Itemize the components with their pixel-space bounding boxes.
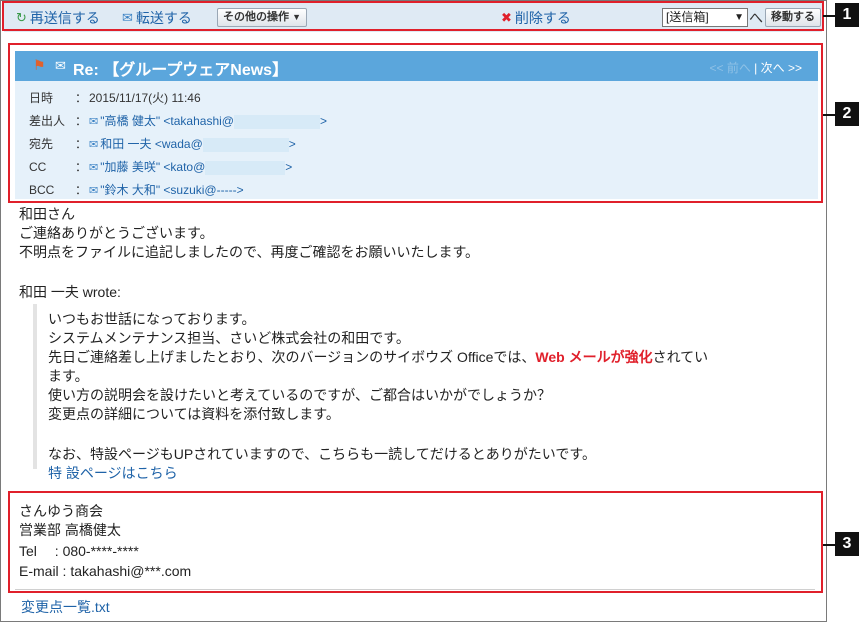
callout-outline-2 — [8, 43, 823, 203]
callout-badge-3: 3 — [835, 532, 859, 556]
callout-connector — [823, 544, 835, 546]
quote-line: 先日ご連絡差し上げましたとおり、次のバージョンのサイボウズ Officeでは、W… — [48, 348, 708, 367]
quote-line: いつもお世話になっております。 — [48, 311, 256, 327]
quote-text: 先日ご連絡差し上げましたとおり、次のバージョンのサイボウズ Officeでは、 — [48, 349, 536, 365]
attachment-link[interactable]: 変更点一覧.txt — [21, 598, 110, 617]
quote-bar — [33, 304, 37, 469]
callout-outline-3 — [8, 491, 823, 593]
special-page-link[interactable]: 特 設ページはこちら — [48, 464, 178, 483]
callout-badge-1: 1 — [835, 3, 859, 27]
quote-line: 変更点の詳細については資料を添付致します。 — [48, 406, 340, 422]
callout-connector — [823, 15, 835, 17]
quote-line: 使い方の説明会を設けたいと考えているのですが、ご都合はいかがでしょうか？ — [48, 387, 552, 403]
quote-attribution: 和田 一夫 wrote: — [19, 284, 121, 300]
highlight-text: Web メールが強化 — [535, 349, 653, 365]
callout-outline-1 — [2, 1, 824, 31]
quote-text: されてい — [652, 349, 709, 365]
body-line: ご連絡ありがとうございます。 — [19, 225, 214, 241]
quote-line: システムメンテナンス担当、さいど株式会社の和田です。 — [48, 330, 410, 346]
body-line: 和田さん — [19, 206, 75, 222]
callout-connector — [823, 114, 835, 116]
quote-line: なお、特設ページもUPされていますので、こちらも一読してだけるとありがたいです。 — [48, 446, 596, 462]
callout-badge-2: 2 — [835, 102, 859, 126]
quote-line: ます。 — [48, 368, 89, 384]
body-line: 不明点をファイルに追記しましたので、再度ご確認をお願いいたします。 — [19, 244, 480, 260]
